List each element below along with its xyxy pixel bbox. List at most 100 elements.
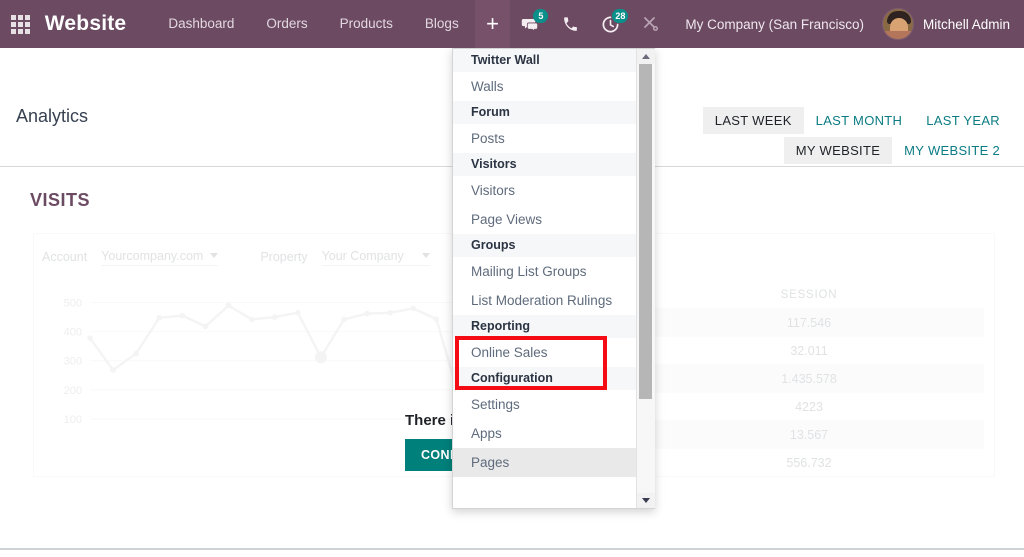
cell-session: 32.011 [790,343,828,358]
cell-session: 556.732 [786,455,832,470]
cell-session: 4223 [795,399,823,414]
table-row: 556.732 [634,448,984,476]
svg-text:300: 300 [64,356,82,368]
chart-point [110,367,116,373]
dropdown-item-apps[interactable]: Apps [453,419,636,448]
user-name-label: Mitchell Admin [922,16,1010,32]
app-screen: Website Dashboard Orders Products Blogs … [0,0,1024,557]
dropdown-section-header: Visitors [453,153,636,176]
account-value: Yourcompany.com [101,248,204,263]
avatar [881,8,914,40]
filter-my-website[interactable]: MY WEBSITE [783,137,893,164]
dropdown-section-header: Reporting [453,315,636,338]
phone-icon [564,16,578,31]
dropdown-item-mailing-list-groups[interactable]: Mailing List Groups [453,257,636,286]
nav-item-dashboard[interactable]: Dashboard [152,0,250,48]
dropdown-item-list: Twitter Wall Walls Forum Posts Visitors Visit… [453,49,636,508]
more-apps-dropdown-menu: Twitter Wall Walls Forum Posts Visitors Visit… [452,48,655,509]
chart-point [364,310,370,317]
chevron-down-icon [421,253,430,258]
scroll-up-arrow-icon [641,54,650,59]
dropdown-item-settings[interactable]: Settings [453,390,636,419]
account-select[interactable]: Yourcompany.com [101,248,219,266]
chart-point [156,314,163,321]
cell-session: 13.567 [789,427,829,442]
column-header-session: SESSION [780,289,838,301]
dropdown-section-header: Forum [453,101,636,124]
table-header-row: SESSION [634,282,984,308]
messages-count-badge: 5 [533,9,549,23]
scroll-down-button[interactable] [636,493,655,508]
activities-button[interactable]: 28 [590,0,631,48]
svg-text:400: 400 [64,327,82,339]
chart-point [387,309,393,316]
apps-grid-icon [10,14,30,34]
apps-menu-button[interactable] [0,0,41,48]
chart-point [295,309,301,316]
scroll-down-arrow-icon [641,498,650,503]
page-title: Analytics [16,106,89,126]
property-value: Your Company [321,248,404,263]
website-filter-group: MY WEBSITE MY WEBSITE 2 [783,137,1012,164]
dropdown-item-online-sales[interactable]: Online Sales [453,338,636,367]
account-label: Account [42,250,88,264]
chart-point [179,312,186,319]
chevron-down-icon [210,253,219,258]
dropdown-item-posts[interactable]: Posts [453,124,636,153]
table-row: 4223 [634,392,984,420]
dropdown-section-header: Configuration [453,367,636,390]
period-filter-group: LAST WEEK LAST MONTH LAST YEAR [702,107,1012,134]
visits-section-title: VISITS [30,190,91,210]
dropdown-item-list-moderation-rulings[interactable]: List Moderation Rulings [453,286,636,315]
dropdown-scrollbar[interactable] [636,49,655,508]
debug-tools-button[interactable] [631,0,671,48]
user-menu-button[interactable]: Mitchell Admin [878,8,1024,40]
page-scrollbar-track[interactable] [0,548,1024,550]
chart-point [225,302,232,309]
phone-button[interactable] [551,0,590,48]
more-menu-button[interactable]: + [474,0,511,48]
top-navbar: Website Dashboard Orders Products Blogs … [0,0,1024,48]
filter-last-month[interactable]: LAST MONTH [804,107,915,134]
filter-my-website-2[interactable]: MY WEBSITE 2 [892,137,1012,164]
nav-item-products[interactable]: Products [324,0,409,48]
dropdown-section-header: Groups [453,234,636,257]
table-row: 117.546 [634,308,984,336]
chart-point [202,323,209,330]
analytics-table: SESSION 117.546 32.011 1.435.578 4223 13… [634,282,984,470]
chart-point [410,305,417,312]
svg-text:200: 200 [64,385,82,397]
app-brand-title: Website [44,12,127,35]
chart-point [87,335,93,341]
filter-last-year[interactable]: LAST YEAR [914,107,1012,134]
filter-last-week[interactable]: LAST WEEK [702,107,804,134]
chart-point [133,350,139,357]
messages-button[interactable]: 5 [510,0,551,48]
property-select[interactable]: Your Company [321,248,430,266]
chart-y-tick-labels: 100 200 300 400 500 [64,298,82,426]
activities-count-badge: 28 [612,9,629,23]
chart-point [341,316,347,323]
table-row: 13.567 [634,420,984,448]
dropdown-item-walls[interactable]: Walls [453,72,636,101]
nav-item-blogs[interactable]: Blogs [409,0,475,48]
dropdown-item-pages[interactable]: Pages [453,448,636,477]
svg-text:100: 100 [64,414,82,426]
dropdown-section-header: Twitter Wall [453,49,636,72]
dropdown-item-page-views[interactable]: Page Views [453,205,636,234]
scrollbar-track[interactable] [636,64,655,493]
chart-point [248,316,255,323]
scroll-up-button[interactable] [636,49,655,64]
table-row: 1.435.578 [634,364,984,392]
chart-point [271,314,278,320]
table-row: 32.011 [634,336,984,364]
cell-session: 117.546 [786,315,832,330]
chart-point [433,316,440,322]
property-label: Property [260,250,308,264]
svg-text:500: 500 [64,298,82,310]
cell-session: 1.435.578 [781,371,837,386]
company-selector[interactable]: My Company (San Francisco) [671,17,878,32]
dropdown-item-visitors[interactable]: Visitors [453,176,636,205]
nav-item-orders[interactable]: Orders [250,0,323,48]
scrollbar-thumb[interactable] [638,64,652,399]
